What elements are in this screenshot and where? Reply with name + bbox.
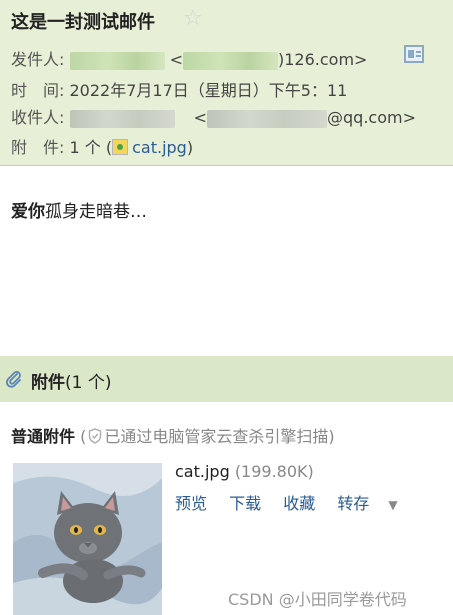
attachments-count: (1 个) <box>65 373 112 393</box>
mail-body: 爱你孤身走暗巷… <box>11 197 147 222</box>
star-icon[interactable]: ☆ <box>183 6 203 31</box>
attachments-title: 附件(1 个) <box>31 368 111 393</box>
attachment-file: cat.jpg (199.80K) <box>175 462 314 481</box>
attachment-filename[interactable]: cat.jpg <box>175 462 230 481</box>
to-label: 收件人: <box>11 108 65 127</box>
body-bold-text: 爱你 <box>11 202 45 222</box>
to-open: < <box>193 108 207 127</box>
shield-icon <box>89 428 102 444</box>
attach-row: 附 件: 1 个 ( cat.jpg) <box>11 134 193 158</box>
attachments-title-label: 附件 <box>31 373 65 393</box>
save-to-link[interactable]: 转存 ▼ <box>337 494 414 513</box>
recipient-name-redacted <box>69 109 175 128</box>
watermark: CSDN @小田同学卷代码 <box>228 590 407 609</box>
from-label: 发件人: <box>11 50 65 69</box>
from-tail[interactable]: )126.com> <box>278 50 367 69</box>
to-tail[interactable]: @qq.com> <box>327 108 416 127</box>
attach-close: ) <box>186 138 194 157</box>
from-row: 发件人: < )126.com> <box>11 46 367 70</box>
sender-email-redacted <box>183 51 278 70</box>
scan-text: 已通过电脑管家云查杀引擎扫描 <box>104 427 329 446</box>
attachment-actions: 预览 下载 收藏 转存 ▼ <box>175 490 415 514</box>
body-rest-text: 孤身走暗巷… <box>45 202 147 222</box>
recipient-email-redacted <box>207 109 327 128</box>
contact-card-icon[interactable] <box>404 45 424 63</box>
scan-open: ( <box>80 427 87 446</box>
normal-attachment-label: 普通附件 <box>11 427 76 446</box>
attachment-filesize: (199.80K) <box>234 462 314 481</box>
attach-count: 1 个 ( <box>69 138 113 157</box>
attach-label: 附 件: <box>11 138 65 157</box>
attachments-bar: 附件(1 个) <box>0 356 453 402</box>
save-to-label: 转存 <box>337 494 370 513</box>
sender-name-redacted <box>69 51 165 70</box>
mail-header: 这是一封测试邮件 ☆ 发件人: < )126.com> 时 间: 2022年7月1… <box>0 0 453 166</box>
time-value: 2022年7月17日（星期日）下午5：11 <box>69 81 348 100</box>
normal-attachment-header: 普通附件 ( 已通过电脑管家云查杀引擎扫描) <box>11 423 335 447</box>
from-open: < <box>169 50 183 69</box>
collect-link[interactable]: 收藏 <box>283 494 315 513</box>
mail-subject: 这是一封测试邮件 <box>11 12 155 33</box>
cat-image <box>13 463 162 615</box>
paperclip-icon <box>5 371 21 388</box>
mail-view: 这是一封测试邮件 ☆ 发件人: < )126.com> 时 间: 2022年7月1… <box>0 0 453 615</box>
attach-name-link[interactable]: cat.jpg <box>132 138 187 157</box>
time-row: 时 间: 2022年7月17日（星期日）下午5：11 <box>11 77 347 101</box>
attachment-thumbnail[interactable] <box>13 463 162 615</box>
preview-link[interactable]: 预览 <box>175 494 207 513</box>
to-row: 收件人: < @qq.com> <box>11 104 416 128</box>
image-file-icon <box>112 139 129 155</box>
download-link[interactable]: 下载 <box>229 494 261 513</box>
caret-down-icon: ▼ <box>388 498 398 512</box>
time-label: 时 间: <box>11 81 65 100</box>
scan-close: ) <box>328 427 335 446</box>
